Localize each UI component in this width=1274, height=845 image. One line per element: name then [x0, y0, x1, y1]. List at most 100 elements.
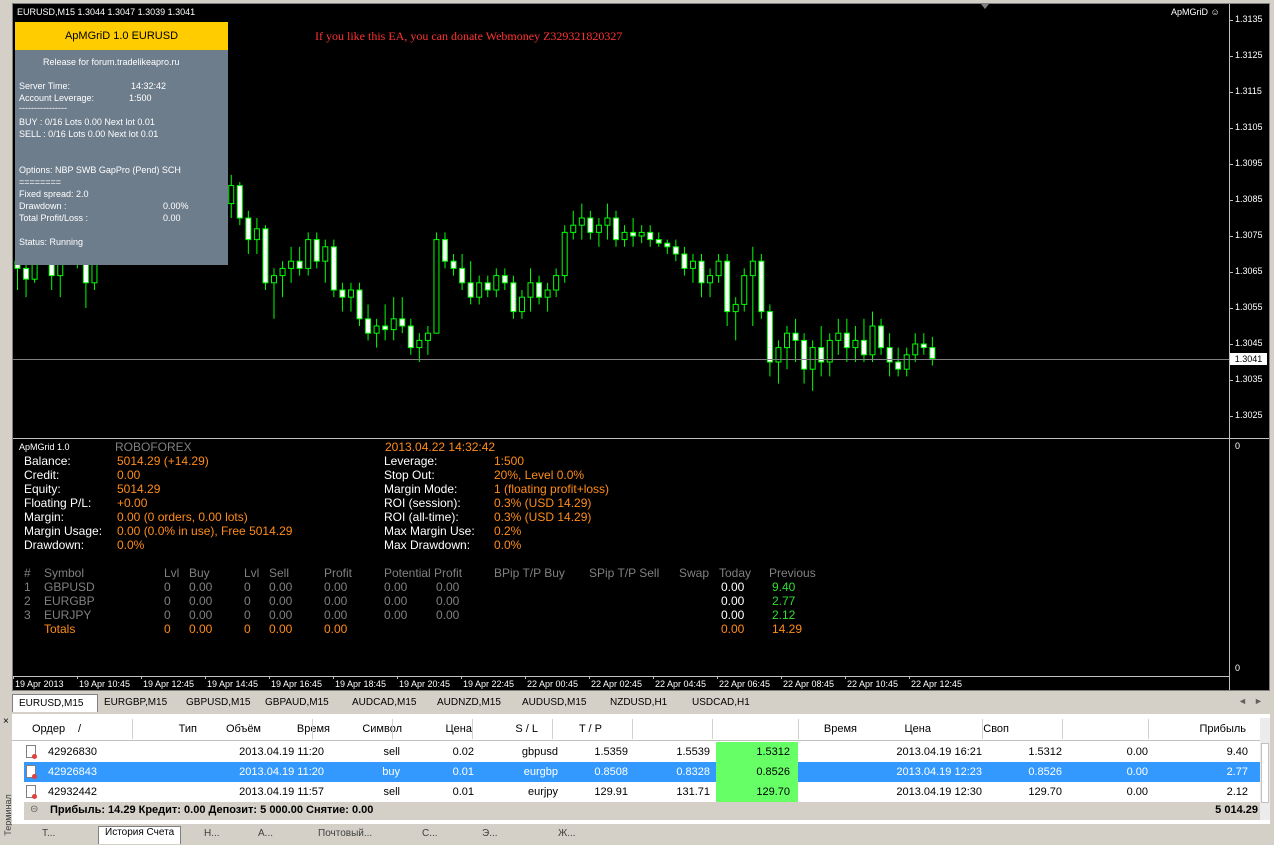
terminal-column-header[interactable]: Время [824, 723, 857, 735]
table-cell: 0.00 [269, 580, 293, 594]
candle-body [860, 339, 867, 356]
trade-cell-tp: 1.5312 [756, 746, 790, 758]
chart-tab[interactable]: EURGBP,M15 [104, 694, 167, 711]
terminal-close-icon[interactable]: × [3, 716, 9, 727]
trade-row[interactable]: 42932442 2013.04.19 11:57 sell 0.01 eurjpy 12… [24, 782, 1260, 802]
terminal-column-header[interactable]: Символ [362, 723, 402, 735]
candle-body [510, 282, 517, 313]
candle-body [630, 231, 637, 237]
chart-tab[interactable]: GBPUSD,M15 [186, 694, 250, 711]
trade-cell-close-time: 2013.04.19 12:30 [896, 786, 982, 798]
terminal-tab[interactable]: Т... [36, 828, 61, 845]
time-tick-mark [269, 676, 270, 679]
terminal-tab[interactable]: С... [416, 828, 444, 845]
candle-body [621, 231, 628, 241]
terminal-tab[interactable]: А... [252, 828, 279, 845]
time-tick: 19 Apr 20:45 [399, 679, 451, 689]
trade-cell-profit: 2.77 [1226, 766, 1248, 778]
trade-row[interactable]: 42926843 2013.04.19 11:20 buy 0.01 eurgbp 0.8… [24, 762, 1260, 782]
terminal-tab[interactable]: Ж... [552, 828, 582, 845]
chart-tab[interactable]: GBPAUD,M15 [265, 694, 329, 711]
price-tick-mark [1229, 272, 1233, 273]
candle [407, 318, 414, 355]
time-tick-mark [909, 676, 910, 679]
candle [792, 318, 799, 362]
terminal-scrollbar[interactable] [1260, 718, 1270, 820]
drawdown-label: Drawdown : [19, 201, 67, 211]
table-header: Today [719, 566, 752, 580]
terminal-column-header[interactable]: Своп [983, 723, 1009, 735]
column-divider [1062, 719, 1063, 739]
time-tick: 19 Apr 14:45 [207, 679, 259, 689]
candle-body [732, 303, 739, 313]
table-cell: 0.00 [384, 594, 408, 608]
terminal-column-header[interactable]: S / L [515, 723, 538, 735]
chart-tab[interactable]: AUDNZD,M15 [437, 694, 501, 711]
stat-value: 0.0% [494, 538, 522, 552]
candle-body [895, 361, 902, 370]
chart-tab[interactable]: NZDUSD,H1 [610, 694, 667, 711]
table-cell: 0 [164, 580, 171, 594]
summary-total: 5 014.29 [1215, 804, 1258, 816]
candle-body [647, 231, 654, 241]
terminal-column-header[interactable]: Тип [179, 723, 197, 735]
trade-cell-close-time: 2013.04.19 16:21 [896, 746, 982, 758]
time-tick-mark [13, 676, 14, 679]
terminal-tab[interactable]: Почтовый... [312, 828, 378, 845]
terminal-scroll-thumb[interactable] [1261, 743, 1269, 803]
candle-body [912, 343, 919, 356]
price-tick: 1.3055 [1235, 302, 1263, 312]
candle [339, 282, 346, 312]
candle [493, 268, 500, 298]
terminal-column-header[interactable]: Цена [905, 723, 931, 735]
candle [373, 318, 380, 348]
trade-row[interactable]: 42926830 2013.04.19 11:20 sell 0.02 gbpusd 1.… [24, 742, 1260, 762]
table-cell: 0.00 [324, 608, 348, 622]
chart-tab[interactable]: AUDCAD,M15 [352, 694, 416, 711]
totals-cell: 0.00 [721, 622, 745, 636]
terminal-column-header[interactable]: Объём [226, 723, 261, 735]
stat-label: Drawdown: [24, 538, 85, 552]
terminal-tab[interactable]: История Счета [98, 826, 182, 844]
chart-window[interactable]: EURUSD,M15 1.3044 1.3047 1.3039 1.3041 A… [12, 3, 1270, 691]
terminal-column-header[interactable]: Прибыль [1199, 723, 1246, 735]
table-cell: 0.00 [436, 580, 460, 594]
terminal-tab[interactable]: Н... [198, 828, 226, 845]
candle [826, 333, 833, 377]
candle [484, 275, 491, 298]
stat-label: ROI (all-time): [384, 510, 459, 524]
time-tick-mark [845, 676, 846, 679]
trade-cell-volume: 0.02 [452, 746, 474, 758]
price-tick: 1.3035 [1235, 374, 1263, 384]
server-time-label: Server Time: [19, 81, 71, 91]
trade-cell-price: 129.91 [594, 786, 628, 798]
chart-tab[interactable]: AUDUSD,M15 [522, 694, 586, 711]
terminal-column-header[interactable]: Время [297, 723, 330, 735]
candle-body [792, 332, 799, 341]
subwindow-bottom-tick: 0 [1235, 663, 1241, 673]
candle-body [313, 239, 320, 262]
candle-body [664, 242, 671, 248]
candle-body [365, 318, 372, 334]
tab-scroll-right-icon[interactable]: ► [1254, 696, 1263, 706]
candle-body [356, 289, 363, 320]
terminal-column-header[interactable]: T / P [579, 723, 602, 735]
terminal-tab[interactable]: Э... [476, 828, 504, 845]
candle-body [296, 260, 303, 269]
chart-tab[interactable]: EURUSD,M15 [12, 694, 98, 712]
candle [809, 340, 816, 391]
terminal-column-header[interactable]: Ордер [32, 723, 65, 735]
stat-label: Margin Usage: [24, 524, 103, 538]
terminal-column-header[interactable]: / [78, 723, 81, 735]
price-tick-mark [1229, 20, 1233, 21]
trade-cell-time: 2013.04.19 11:57 [239, 786, 324, 798]
candle [587, 210, 594, 240]
terminal-column-header[interactable]: Цена [446, 723, 472, 735]
subwindow-separator[interactable] [13, 438, 1269, 439]
time-tick: 22 Apr 04:45 [655, 679, 707, 689]
price-tick-mark [1229, 416, 1233, 417]
tab-scroll-left-icon[interactable]: ◄ [1238, 696, 1247, 706]
column-divider [798, 719, 799, 739]
chart-tab[interactable]: USDCAD,H1 [692, 694, 750, 711]
candle-body [442, 239, 448, 262]
